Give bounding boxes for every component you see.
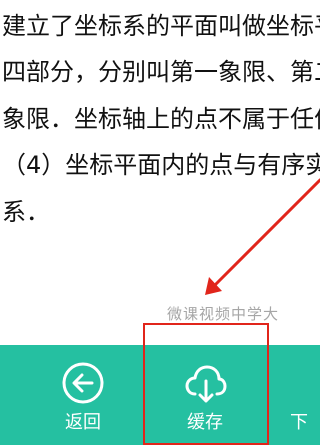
back-button[interactable]: 返回 <box>40 345 126 445</box>
article-line-3: 象限．坐标轴上的点不属于任何象 <box>2 105 320 133</box>
next-label: 下 <box>290 412 308 433</box>
cache-label: 缓存 <box>187 412 223 433</box>
article-line-1: 建立了坐标系的平面叫做坐标平面 <box>2 12 320 40</box>
watermark-text: 微课视频中学大 <box>167 305 280 323</box>
article-content: 建立了坐标系的平面叫做坐标平面 四部分，分别叫第一象限、第二象 象限．坐标轴上的… <box>0 0 320 345</box>
arrow-left-circle-icon <box>62 362 104 404</box>
bottom-toolbar: 返回 缓存 下 <box>0 345 320 445</box>
cloud-download-icon <box>185 365 227 403</box>
article-line-2: 四部分，分别叫第一象限、第二象 <box>2 58 320 86</box>
article-line-4: （4）坐标平面内的点与有序实数对 <box>2 151 320 179</box>
back-label: 返回 <box>65 412 101 433</box>
cache-button[interactable]: 缓存 <box>162 345 248 445</box>
article-line-5: 系． <box>2 198 50 226</box>
next-button[interactable]: 下 <box>290 345 320 445</box>
